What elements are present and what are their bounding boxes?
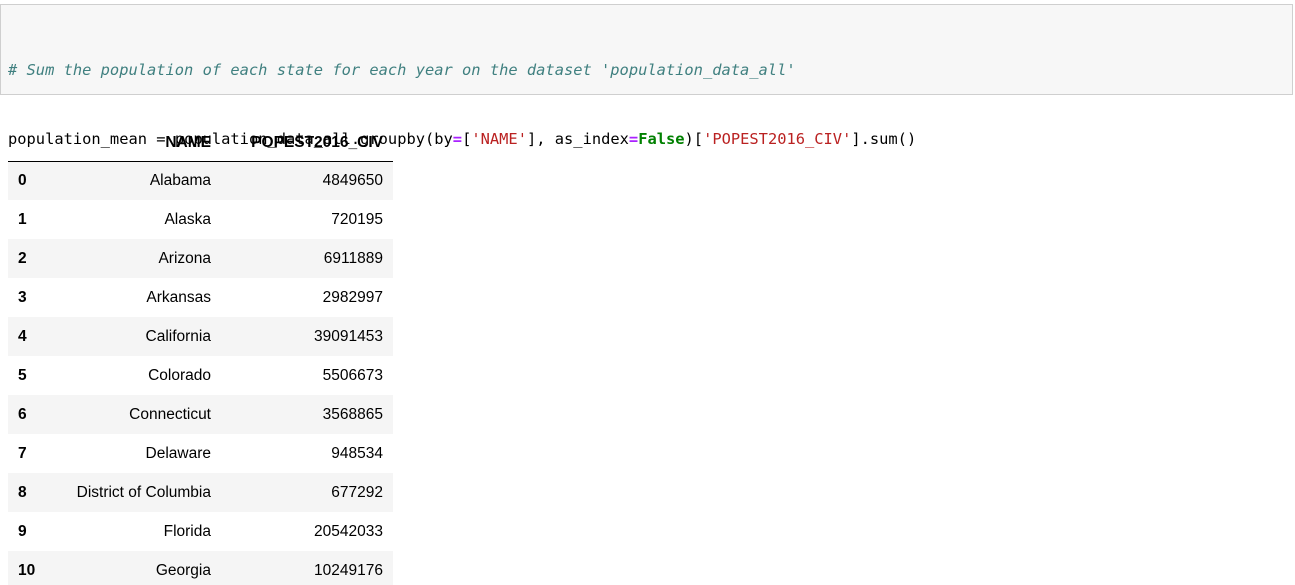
table-row: 2 Arizona 6911889 [8,239,393,278]
dataframe-output-table: NAME POPEST2016_CIV 0 Alabama 4849650 1 Alas… [8,125,393,585]
population-cell: 39091453 [314,327,383,345]
row-index: 9 [18,522,27,540]
code-args: ], as_index [526,130,629,148]
code-bracket: [ [462,130,472,148]
state-name-cell: Florida [163,522,211,540]
row-index: 2 [18,249,27,267]
population-cell: 677292 [331,483,383,501]
state-name-cell: Alabama [149,171,211,189]
row-index: 4 [18,327,27,345]
population-cell: 6911889 [323,249,383,267]
code-operator: = [452,130,463,148]
code-operator: = [628,130,639,148]
state-name-cell: Arkansas [146,288,211,306]
state-name-cell: Alaska [164,210,211,228]
table-row: 8 District of Columbia 677292 [8,473,393,512]
state-name-cell: Delaware [145,444,211,462]
table-body: 0 Alabama 4849650 1 Alaska 720195 2 Arizona 6911… [8,161,393,585]
table-row: 4 California 39091453 [8,317,393,356]
row-index: 1 [18,210,27,228]
code-comment-line: # Sum the population of each state for e… [8,61,796,79]
code-keyword-false: False [638,130,685,148]
population-cell: 948534 [331,444,383,462]
name-column-header: NAME [46,125,221,162]
table-row: 0 Alabama 4849650 [8,161,393,200]
population-cell: 720195 [331,210,383,228]
table-row: 1 Alaska 720195 [8,200,393,239]
table-header-row: NAME POPEST2016_CIV [8,125,393,162]
row-index: 3 [18,288,27,306]
population-cell: 3568865 [322,405,383,423]
table-row: 9 Florida 20542033 [8,512,393,551]
population-cell: 10249176 [314,561,383,579]
population-cell: 4849650 [322,171,383,189]
row-index: 10 [18,561,36,579]
state-name-cell: Colorado [148,366,211,384]
state-name-cell: District of Columbia [76,483,211,501]
state-name-cell: California [145,327,211,345]
code-string-column: 'POPEST2016_CIV' [703,130,852,148]
population-cell: 20542033 [314,522,383,540]
row-index: 5 [18,366,27,384]
population-column-header: POPEST2016_CIV [221,125,393,162]
state-name-cell: Georgia [155,561,211,579]
table-row: 3 Arkansas 2982997 [8,278,393,317]
state-name-cell: Connecticut [129,405,211,423]
row-index: 6 [18,405,27,423]
state-name-cell: Arizona [158,249,211,267]
code-cell-input[interactable]: # Sum the population of each state for e… [0,4,1293,217]
code-bracket: )[ [684,130,704,148]
index-column-header [8,125,46,162]
code-string-name: 'NAME' [471,130,527,148]
row-index: 8 [18,483,27,501]
row-index: 7 [18,444,27,462]
table-row: 10 Georgia 10249176 [8,551,393,585]
code-call-end: ].sum() [851,130,917,148]
row-index: 0 [18,171,27,189]
population-cell: 5506673 [322,366,383,384]
table-row: 6 Connecticut 3568865 [8,395,393,434]
table-row: 7 Delaware 948534 [8,434,393,473]
table-row: 5 Colorado 5506673 [8,356,393,395]
population-cell: 2982997 [322,288,383,306]
